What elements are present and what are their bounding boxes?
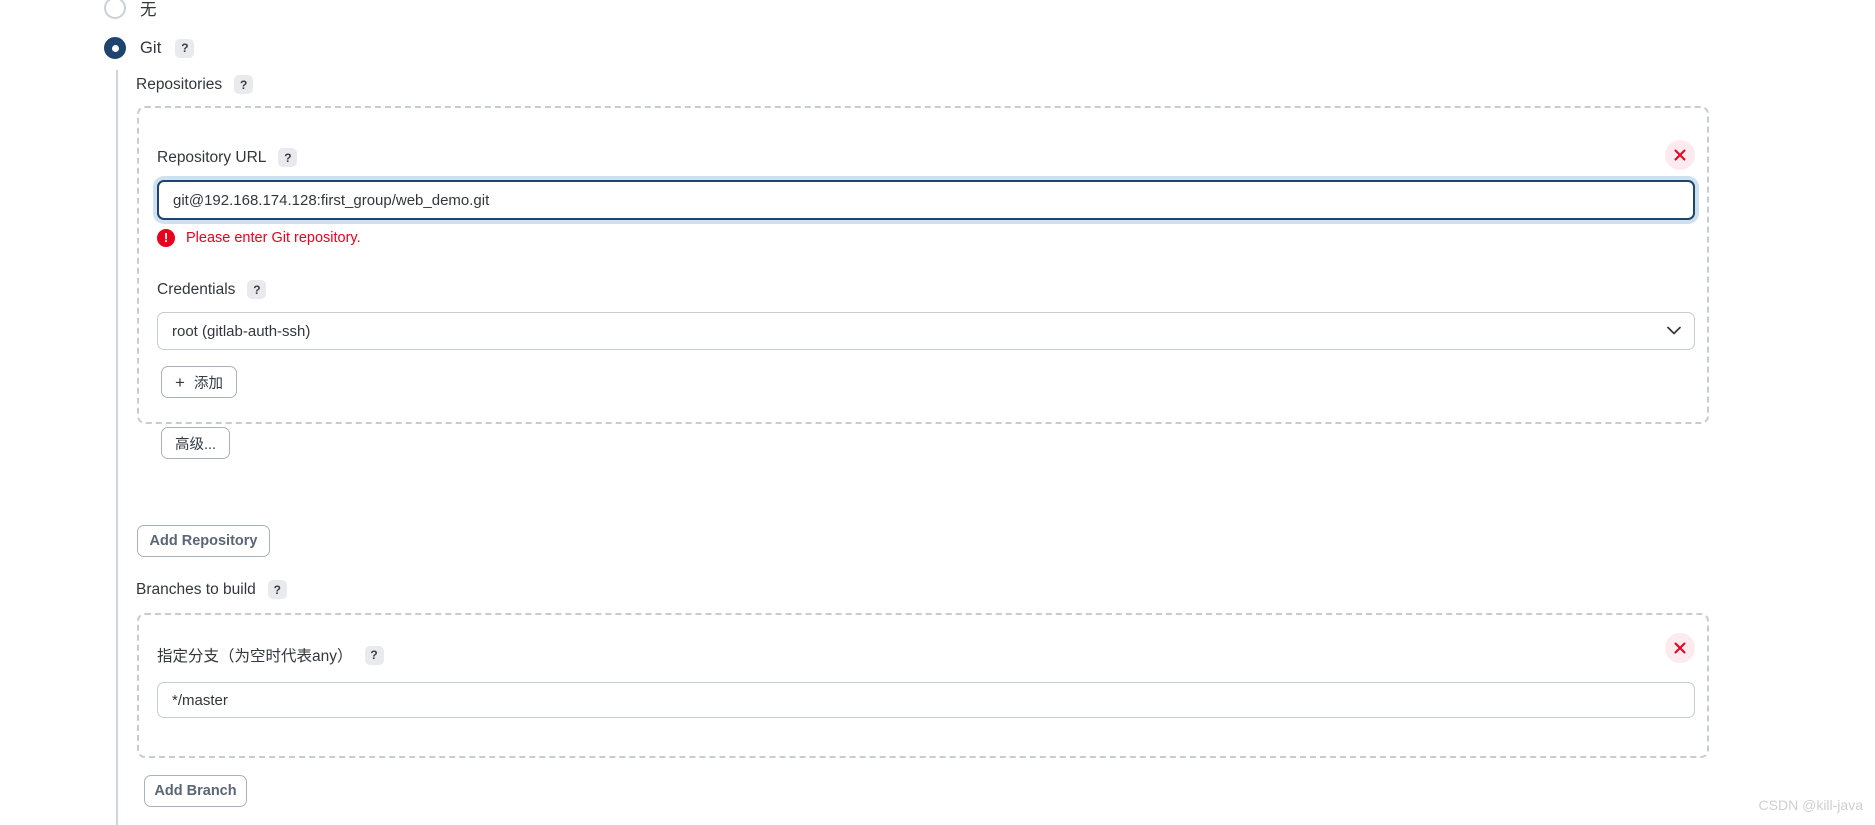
help-icon-repositories[interactable]: ? bbox=[234, 75, 254, 94]
repository-panel bbox=[137, 106, 1709, 424]
close-icon bbox=[1674, 642, 1686, 654]
add-branch-button[interactable]: Add Branch bbox=[144, 775, 247, 807]
credentials-select-box[interactable]: root (gitlab-auth-ssh) bbox=[157, 312, 1695, 350]
close-icon bbox=[1674, 149, 1686, 161]
section-guide-line bbox=[116, 70, 118, 825]
credentials-selected-value: root (gitlab-auth-ssh) bbox=[172, 322, 311, 340]
repository-url-label: Repository URL bbox=[157, 148, 267, 166]
error-circle-icon: ! bbox=[157, 229, 175, 247]
help-icon-branch-spec[interactable]: ? bbox=[364, 645, 384, 665]
radio-button-git[interactable] bbox=[104, 37, 126, 59]
plus-icon: + bbox=[175, 372, 185, 392]
advanced-button[interactable]: 高级... bbox=[161, 427, 230, 459]
branch-spec-label-row: 指定分支（为空时代表any） ? bbox=[157, 644, 384, 666]
add-credentials-label: 添加 bbox=[193, 375, 223, 392]
scm-configuration-page: 无 Git ? Repositories ? Repository URL ? … bbox=[0, 0, 1875, 825]
radio-option-none[interactable]: 无 bbox=[104, 0, 157, 20]
credentials-select[interactable]: root (gitlab-auth-ssh) bbox=[157, 312, 1695, 350]
repository-url-error: ! Please enter Git repository. bbox=[157, 229, 361, 247]
radio-button-none[interactable] bbox=[104, 0, 126, 19]
watermark: CSDN @kill-java bbox=[1758, 797, 1863, 813]
add-repository-button[interactable]: Add Repository bbox=[137, 525, 270, 557]
help-icon-branches[interactable]: ? bbox=[267, 580, 287, 599]
radio-label-git: Git bbox=[140, 38, 162, 57]
add-credentials-button[interactable]: + 添加 bbox=[161, 366, 237, 398]
delete-repository-button[interactable] bbox=[1665, 140, 1695, 170]
radio-label-none: 无 bbox=[140, 1, 157, 19]
repositories-label: Repositories bbox=[136, 75, 223, 93]
delete-branch-button[interactable] bbox=[1665, 633, 1695, 663]
branches-label: Branches to build bbox=[136, 580, 256, 598]
repositories-label-row: Repositories ? bbox=[136, 75, 254, 94]
help-icon-git[interactable]: ? bbox=[175, 38, 195, 58]
credentials-label: Credentials bbox=[157, 280, 236, 298]
advanced-button-label: 高级... bbox=[174, 436, 217, 453]
add-branch-label: Add Branch bbox=[154, 783, 237, 799]
radio-option-git[interactable]: Git ? bbox=[104, 37, 195, 59]
help-icon-repository-url[interactable]: ? bbox=[278, 148, 298, 167]
repository-url-label-row: Repository URL ? bbox=[157, 148, 298, 167]
credentials-label-row: Credentials ? bbox=[157, 280, 267, 299]
repository-url-error-text: Please enter Git repository. bbox=[186, 230, 361, 246]
branch-spec-label: 指定分支（为空时代表any） bbox=[157, 648, 353, 665]
add-repository-label: Add Repository bbox=[149, 533, 258, 549]
branches-label-row: Branches to build ? bbox=[136, 580, 287, 599]
help-icon-credentials[interactable]: ? bbox=[247, 280, 267, 299]
branch-spec-input[interactable] bbox=[157, 682, 1695, 718]
repository-url-input[interactable] bbox=[157, 180, 1695, 220]
